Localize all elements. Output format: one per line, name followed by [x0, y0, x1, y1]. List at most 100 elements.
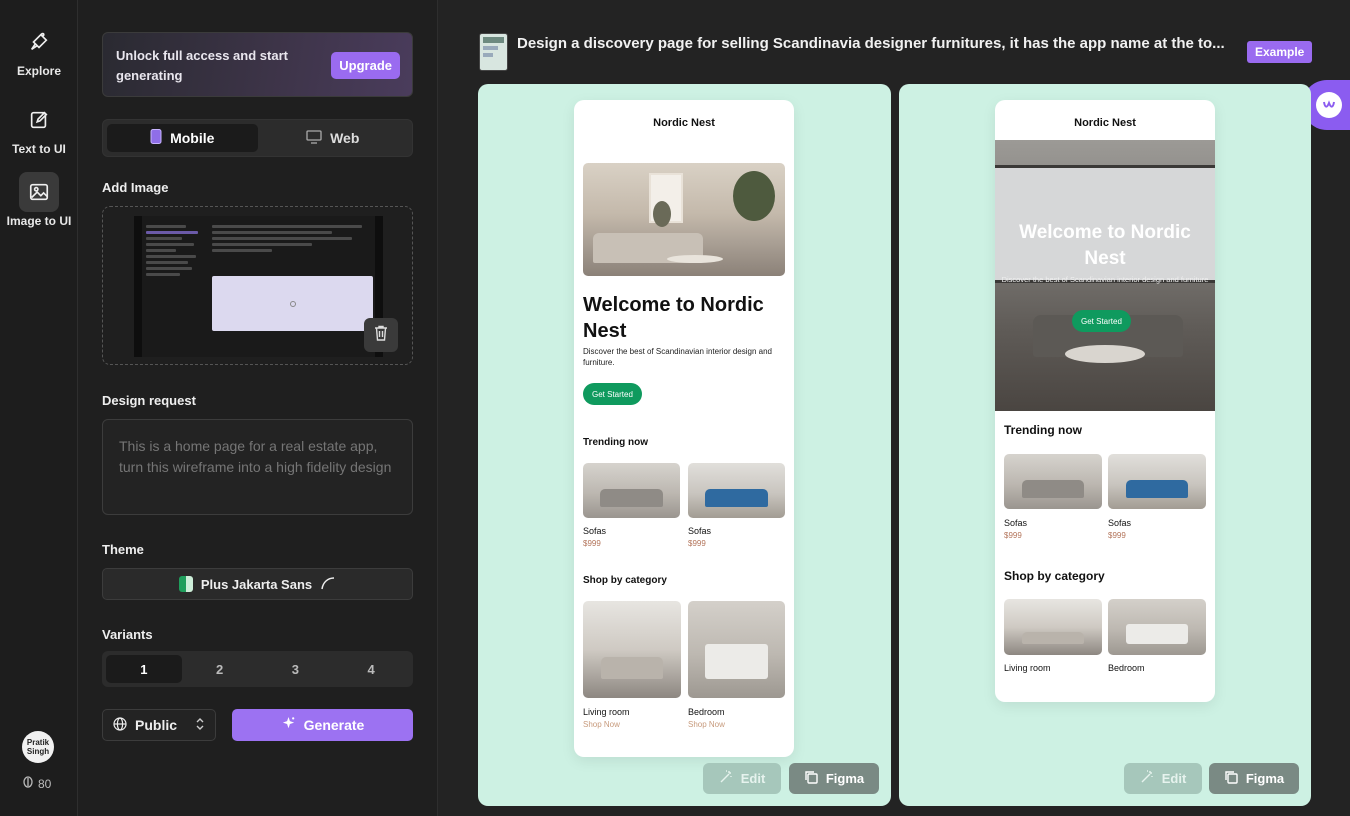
category-image[interactable]: [1108, 599, 1206, 655]
shop-now-link[interactable]: Shop Now: [583, 720, 620, 729]
tab-mobile[interactable]: Mobile: [107, 124, 258, 152]
edit-label: Edit: [740, 771, 766, 786]
nav-item-image-to-ui[interactable]: Image to UI: [0, 172, 78, 228]
upgrade-banner-text: Unlock full access and start generating: [116, 48, 288, 83]
trending-title: Trending now: [1004, 423, 1082, 437]
product-image[interactable]: [1108, 454, 1206, 509]
headline: Welcome to Nordic Nest: [1019, 222, 1191, 269]
figma-export-button[interactable]: Figma: [789, 763, 879, 794]
nav-item-label: Explore: [16, 64, 61, 78]
category-name: Living room: [583, 707, 630, 717]
get-started-button[interactable]: Get Started: [583, 383, 642, 405]
design-request-label: Design request: [102, 393, 196, 408]
hero-image: Welcome to Nordic Nest Discover the best…: [995, 140, 1215, 411]
visibility-select[interactable]: Public: [102, 709, 216, 741]
nav-rail: Explore Text to UI Image to UI Pratik Si…: [0, 0, 78, 816]
monitor-icon: [306, 129, 322, 147]
trending-title: Trending now: [583, 437, 648, 448]
category-image[interactable]: [688, 601, 785, 698]
product-image[interactable]: [688, 463, 785, 518]
category-name: Living room: [1004, 663, 1051, 673]
trash-icon: [374, 325, 388, 346]
category-image[interactable]: [583, 601, 681, 698]
edit-label: Edit: [1161, 771, 1187, 786]
design-request-input[interactable]: [102, 419, 413, 515]
explore-icon: [19, 22, 59, 62]
product-name: Sofas: [583, 526, 607, 536]
variants-label: Variants: [102, 627, 153, 642]
credits-value: 80: [38, 776, 52, 791]
subtitle: Discover the best of Scandinavian interi…: [583, 347, 772, 367]
visibility-value: Public: [135, 717, 178, 733]
variant-card-1: Nordic Nest Welcome to Nordic Nest Disco…: [478, 84, 891, 806]
example-badge: Example: [1247, 41, 1313, 63]
shop-now-link[interactable]: Shop Now: [688, 720, 725, 729]
tab-label: Mobile: [170, 130, 215, 146]
nav-item-text-to-ui[interactable]: Text to UI: [0, 100, 78, 156]
avatar[interactable]: Pratik Singh: [22, 731, 54, 763]
category-name: Bedroom: [1108, 663, 1145, 673]
image-icon: [19, 172, 59, 212]
theme-selector[interactable]: Plus Jakarta Sans: [102, 568, 413, 600]
get-started-button[interactable]: Get Started: [1072, 310, 1131, 332]
figma-export-button[interactable]: Figma: [1209, 763, 1299, 794]
product-image[interactable]: [583, 463, 680, 518]
variant-option-4[interactable]: 4: [333, 655, 409, 683]
theme-value: Plus Jakarta Sans: [200, 576, 313, 592]
category-name: Bedroom: [688, 707, 725, 717]
headline: Welcome to Nordic Nest: [583, 294, 764, 342]
variant-option-3[interactable]: 3: [258, 655, 334, 683]
upgrade-banner: Unlock full access and start generating …: [102, 32, 413, 97]
magic-wand-icon: [719, 770, 733, 787]
nav-item-label: Text to UI: [12, 142, 66, 156]
phone-preview-2[interactable]: Nordic Nest Welcome to Nordic Nest Disco…: [995, 100, 1215, 702]
app-root: Explore Text to UI Image to UI Pratik Si…: [0, 0, 1350, 816]
category-image[interactable]: [1004, 599, 1102, 655]
sparkle-icon: [281, 716, 296, 734]
prompt-thumbnail[interactable]: [479, 33, 508, 71]
figma-label: Figma: [1245, 771, 1285, 786]
variant-option-1[interactable]: 1: [106, 655, 182, 683]
copy-icon: [1224, 770, 1238, 787]
edit-button[interactable]: Edit: [703, 763, 781, 794]
subtitle: Discover the best of Scandinavian interi…: [1001, 275, 1209, 284]
phone-preview-1[interactable]: Nordic Nest Welcome to Nordic Nest Disco…: [574, 100, 794, 757]
nav-item-label: Image to UI: [6, 214, 72, 228]
copy-icon: [804, 770, 818, 787]
product-name: Sofas: [1108, 518, 1132, 528]
prompt-text: Design a discovery page for selling Scan…: [517, 35, 1225, 52]
delete-image-button[interactable]: [364, 318, 398, 352]
nav-item-explore[interactable]: Explore: [0, 22, 78, 78]
credits-icon: [22, 776, 34, 791]
mobile-icon: [150, 129, 162, 147]
tab-web[interactable]: Web: [258, 124, 409, 152]
generate-button[interactable]: Generate: [232, 709, 413, 741]
product-image[interactable]: [1004, 454, 1102, 509]
product-price: $999: [688, 539, 706, 548]
assistant-logo-icon: [1316, 92, 1342, 118]
platform-toggle: Mobile Web: [102, 119, 413, 157]
category-title: Shop by category: [1004, 569, 1105, 583]
variant-card-2: Nordic Nest Welcome to Nordic Nest Disco…: [899, 84, 1311, 806]
chevron-updown-icon: [195, 717, 205, 734]
app-name: Nordic Nest: [653, 117, 715, 129]
hero-image: [583, 163, 785, 276]
upgrade-button[interactable]: Upgrade: [331, 52, 400, 79]
figma-label: Figma: [825, 771, 865, 786]
generate-label: Generate: [303, 717, 365, 733]
product-name: Sofas: [1004, 518, 1028, 528]
variant-count-selector: 1 2 3 4: [102, 651, 413, 687]
uploaded-image-preview: [134, 216, 383, 357]
pencil-square-icon: [19, 100, 59, 140]
credits-counter: 80: [22, 776, 51, 791]
variant-option-2[interactable]: 2: [182, 655, 258, 683]
magic-wand-icon: [1140, 770, 1154, 787]
product-price: $999: [583, 539, 601, 548]
font-curve-icon: [320, 576, 336, 593]
wireframe-canvas: [212, 276, 373, 331]
globe-icon: [113, 716, 127, 734]
image-dropzone[interactable]: [102, 206, 413, 365]
product-price: $999: [1004, 531, 1022, 540]
generator-panel: Unlock full access and start generating …: [78, 0, 438, 816]
edit-button[interactable]: Edit: [1124, 763, 1202, 794]
